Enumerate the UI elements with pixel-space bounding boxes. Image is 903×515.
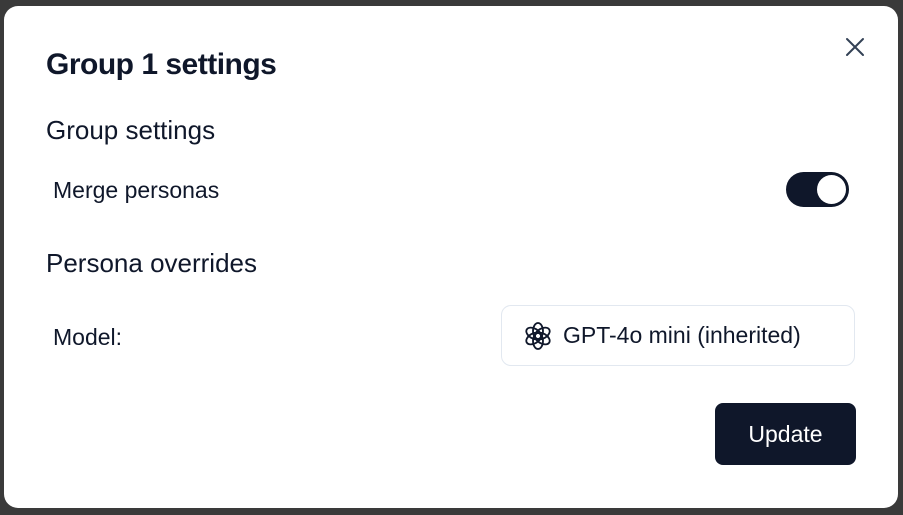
merge-personas-label: Merge personas <box>53 177 220 203</box>
model-label: Model: <box>53 324 123 350</box>
update-button[interactable]: Update <box>715 403 856 465</box>
close-button[interactable] <box>840 34 870 64</box>
model-select[interactable]: GPT-4o mini (inherited) <box>501 305 855 366</box>
model-select-value: GPT-4o mini (inherited) <box>563 322 801 348</box>
openai-logo-icon <box>523 321 553 351</box>
close-icon <box>845 37 865 62</box>
merge-personas-toggle[interactable] <box>786 172 849 207</box>
group-settings-heading: Group settings <box>46 115 216 145</box>
toggle-knob <box>817 175 846 204</box>
settings-dialog: Group 1 settings Group settings Merge pe… <box>4 6 898 508</box>
persona-overrides-heading: Persona overrides <box>46 248 257 278</box>
dialog-title: Group 1 settings <box>46 48 277 81</box>
